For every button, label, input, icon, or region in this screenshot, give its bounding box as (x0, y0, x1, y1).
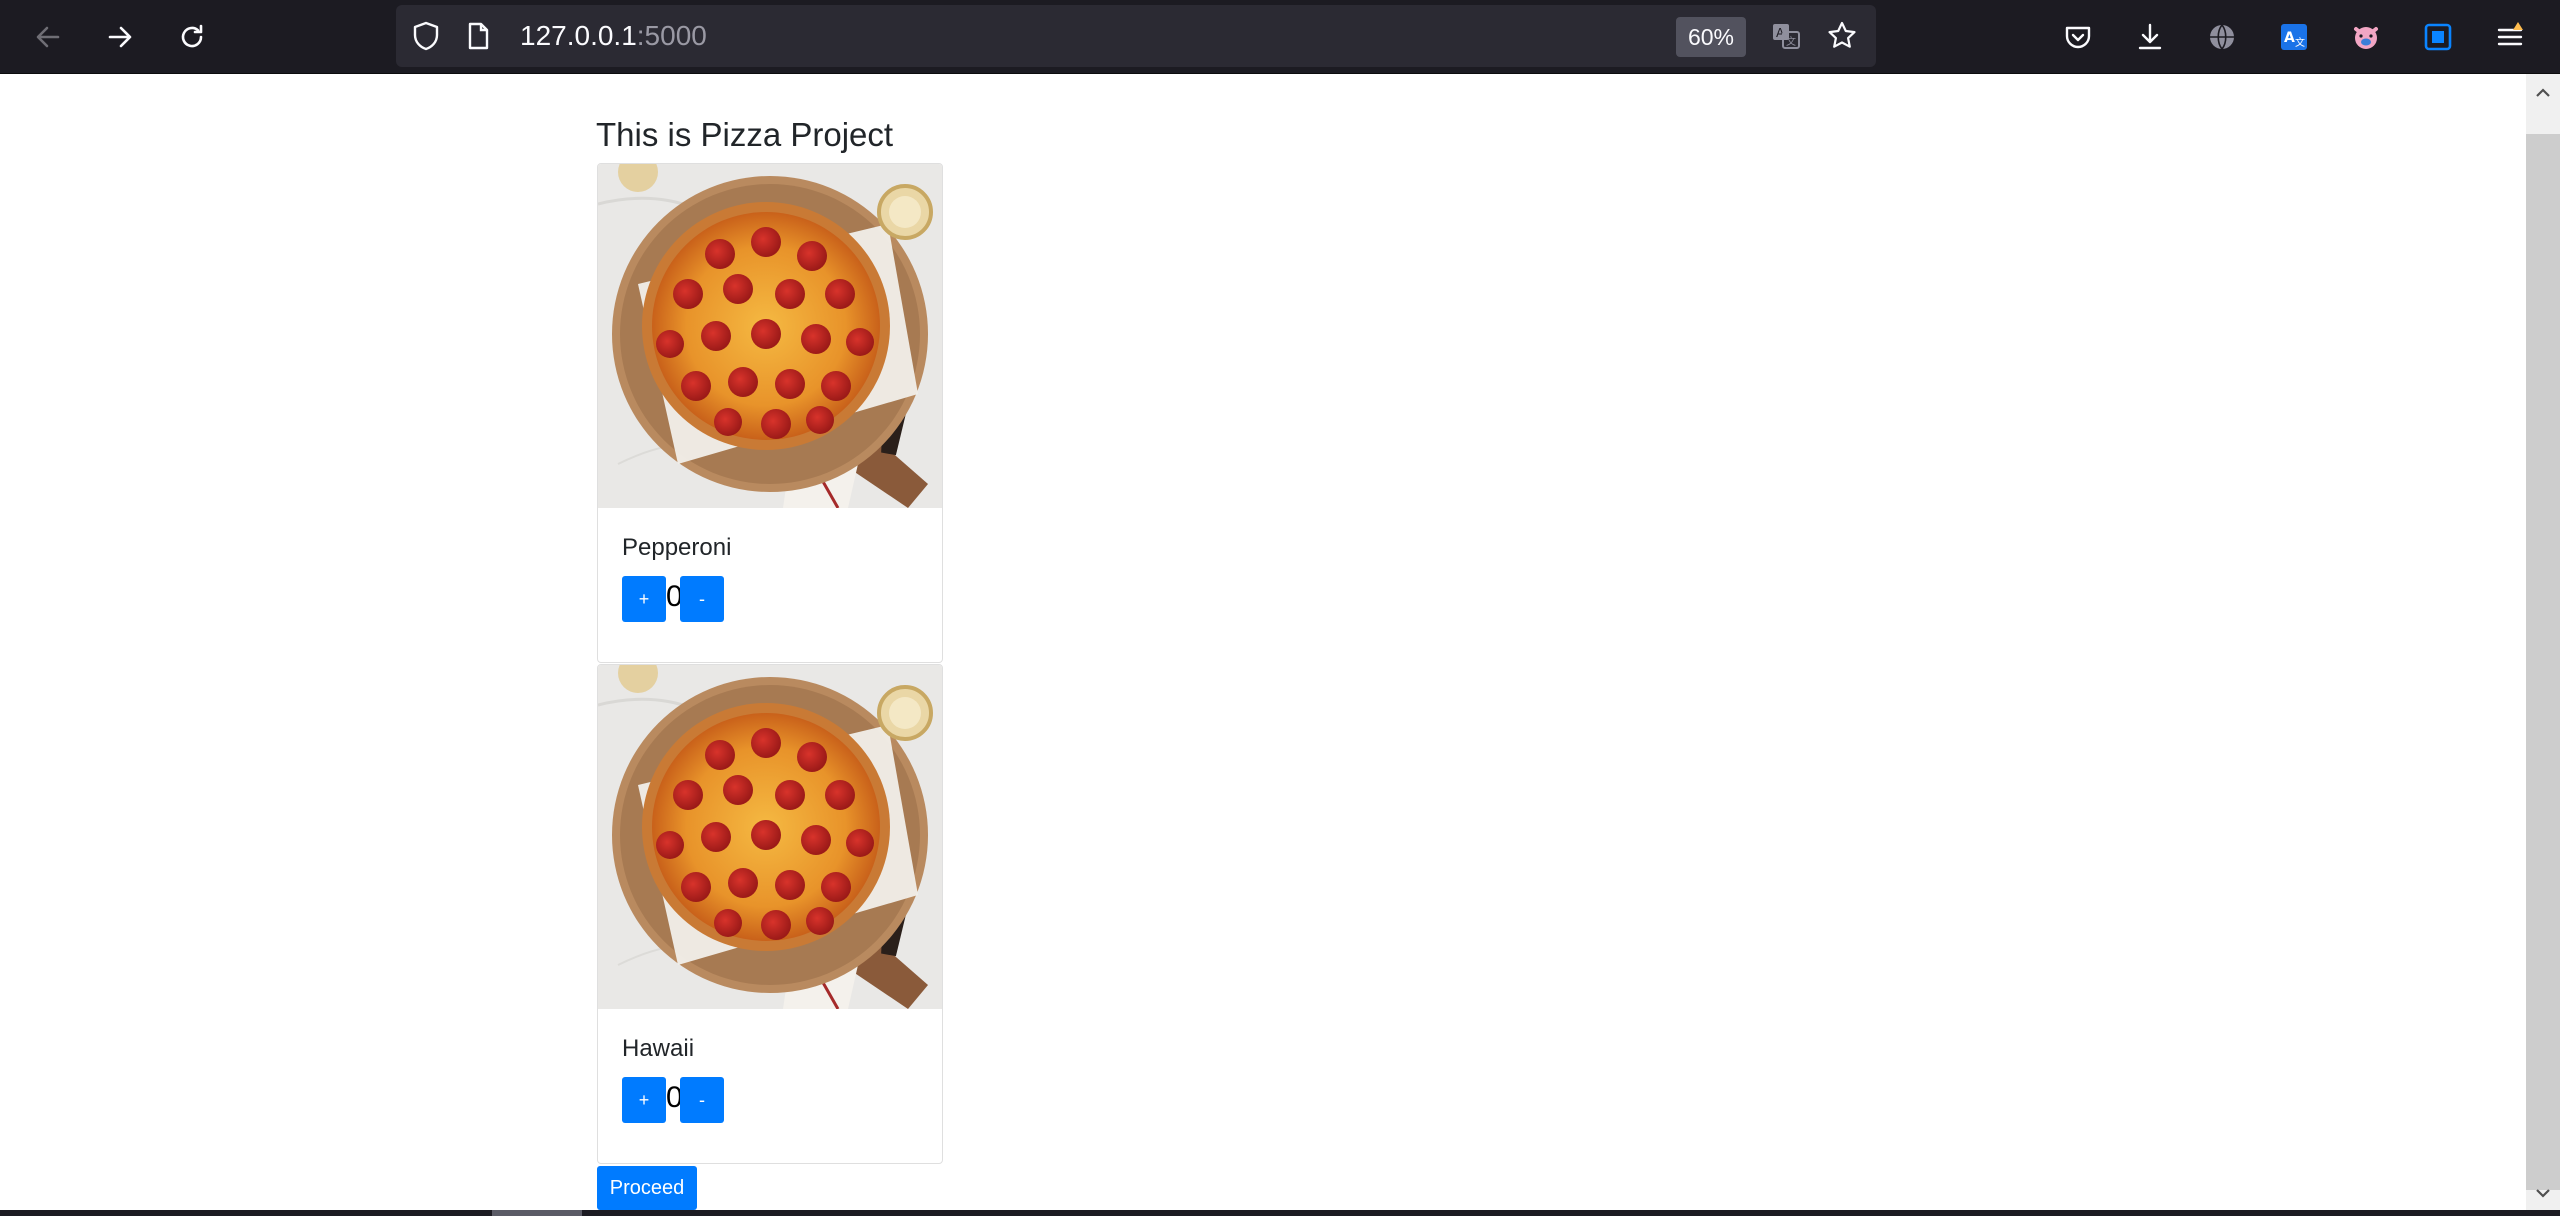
quantity-value: 0 (666, 1081, 683, 1114)
product-card-pepperoni: Pepperoni + 0 - (597, 163, 943, 663)
screenshot-icon[interactable] (2412, 11, 2464, 63)
hamburger-menu-icon[interactable] (2484, 11, 2536, 63)
increment-button[interactable]: + (622, 576, 666, 622)
url-host: 127.0.0.1 (520, 20, 637, 51)
scroll-thumb[interactable] (2526, 134, 2560, 1190)
quantity-stepper: + 0 - (622, 1077, 724, 1123)
reload-icon[interactable] (166, 11, 218, 63)
svg-text:文: 文 (1786, 35, 1796, 48)
translate-icon[interactable]: A文 (1770, 20, 1802, 52)
horizontal-scroll-thumb[interactable] (492, 1210, 582, 1216)
svg-text:文: 文 (2295, 36, 2305, 49)
svg-text:A: A (2284, 30, 2295, 46)
url-port: :5000 (636, 20, 707, 51)
pepperoni-pizza-image (598, 164, 942, 508)
pig-extension-icon[interactable] (2340, 11, 2392, 63)
quantity-value: 0 (666, 580, 683, 613)
page-icon[interactable] (462, 20, 494, 52)
url-text[interactable]: 127.0.0.1:5000 (520, 18, 707, 54)
horizontal-scrollbar[interactable] (0, 1210, 2560, 1216)
translate-extension-icon[interactable]: A文 (2268, 11, 2320, 63)
pepperoni-pizza-image (598, 665, 942, 1009)
proceed-button[interactable]: Proceed (597, 1166, 697, 1210)
product-name: Hawaii (622, 1035, 695, 1062)
url-bar[interactable]: 127.0.0.1:5000 60% A文 (396, 5, 1876, 67)
page-title: This is Pizza Project (596, 116, 894, 153)
vertical-scrollbar[interactable] (2526, 74, 2560, 1210)
decrement-button[interactable]: - (680, 576, 724, 622)
pocket-icon[interactable] (2052, 11, 2104, 63)
browser-toolbar: 127.0.0.1:5000 60% A文 A文 (0, 0, 2560, 74)
quantity-stepper: + 0 - (622, 576, 724, 622)
star-icon[interactable] (1826, 20, 1858, 52)
product-card-hawaii: Hawaii + 0 - (597, 664, 943, 1164)
back-arrow-icon[interactable] (22, 11, 74, 63)
scroll-down-icon[interactable] (2526, 1178, 2560, 1208)
decrement-button[interactable]: - (680, 1077, 724, 1123)
shield-icon[interactable] (410, 20, 442, 52)
download-icon[interactable] (2124, 11, 2176, 63)
zoom-level-badge[interactable]: 60% (1676, 17, 1746, 57)
increment-button[interactable]: + (622, 1077, 666, 1123)
scroll-up-icon[interactable] (2526, 78, 2560, 108)
forward-arrow-icon[interactable] (94, 11, 146, 63)
globe-icon[interactable] (2196, 11, 2248, 63)
product-name: Pepperoni (622, 534, 732, 561)
